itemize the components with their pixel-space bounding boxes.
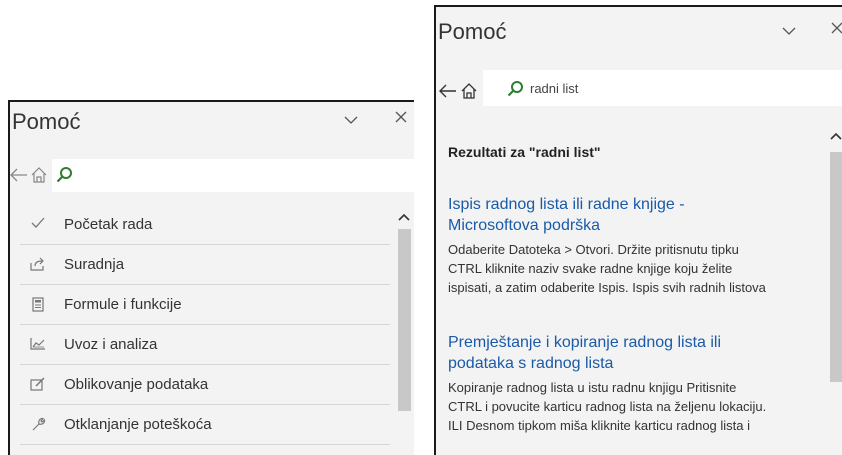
checkmark-icon <box>30 217 46 233</box>
topic-label: Uvoz i analiza <box>64 336 158 353</box>
snippet-line: CTRL i povucite karticu radnog lista na … <box>448 399 767 414</box>
pane-title: Pomoć <box>12 109 81 134</box>
chart-icon <box>30 337 46 353</box>
topic-label: Otklanjanje poteškoća <box>64 416 212 433</box>
result-link[interactable]: Ispis radnog lista ili radne knjige - Mi… <box>448 194 828 236</box>
search-value: radni list <box>530 81 579 96</box>
topic-label: Početak rada <box>64 216 153 233</box>
topic-oblikovanje[interactable]: Oblikovanje podataka <box>20 365 390 405</box>
scroll-up-icon[interactable] <box>830 128 842 143</box>
topic-uvoz[interactable]: Uvoz i analiza <box>20 325 390 365</box>
back-arrow-icon[interactable] <box>10 168 28 187</box>
snippet-line: ispisati, a zatim odaberite Ispis. Ispis… <box>448 280 766 295</box>
result-title-line[interactable]: Microsoftova podrška <box>448 215 828 236</box>
help-pane-right: Pomoć radni list Rezultati za "radni lis… <box>434 5 842 455</box>
search-result: Premještanje i kopiranje radnog lista il… <box>448 332 828 435</box>
topic-otklanjanje[interactable]: Otklanjanje poteškoća <box>20 405 390 445</box>
scroll-up-icon[interactable] <box>398 209 410 224</box>
result-snippet: Odaberite Datoteka > Otvori. Držite prit… <box>448 240 828 297</box>
wrench-icon <box>30 417 46 433</box>
topic-label: Formule i funkcije <box>64 296 182 313</box>
topic-pocetak-rada[interactable]: Početak rada <box>20 205 390 245</box>
topic-label: Suradnja <box>64 256 125 273</box>
scroll-thumb[interactable] <box>398 229 411 411</box>
result-title-line[interactable]: Ispis radnog lista ili radne knjige - <box>448 194 828 215</box>
snippet-line: Kopiranje radnog lista u istu radnu knji… <box>448 380 737 395</box>
close-icon[interactable] <box>831 20 842 37</box>
home-icon[interactable] <box>30 166 48 189</box>
search-input[interactable] <box>52 159 414 192</box>
format-icon <box>30 377 46 393</box>
scrollbar[interactable] <box>828 122 842 455</box>
snippet-line: ILI Desnom tipkom miša kliknite karticu … <box>448 418 751 433</box>
search-icon <box>507 80 524 102</box>
close-icon[interactable] <box>395 109 407 126</box>
share-icon <box>30 257 46 273</box>
result-title-line[interactable]: podataka s radnog lista <box>448 353 828 374</box>
search-input[interactable]: radni list <box>483 70 842 106</box>
results-heading: Rezultati za "radni list" <box>448 144 601 160</box>
scrollbar[interactable] <box>395 205 414 455</box>
snippet-line: CTRL kliknite naziv svake radne knjige k… <box>448 261 733 276</box>
search-result: Ispis radnog lista ili radne knjige - Mi… <box>448 194 828 297</box>
result-snippet: Kopiranje radnog lista u istu radnu knji… <box>448 378 828 435</box>
chevron-down-icon[interactable] <box>344 111 358 128</box>
snippet-line: Odaberite Datoteka > Otvori. Držite prit… <box>448 242 739 257</box>
chevron-down-icon[interactable] <box>782 22 796 39</box>
scroll-thumb[interactable] <box>830 152 842 382</box>
topic-formule[interactable]: Formule i funkcije <box>20 285 390 325</box>
back-arrow-icon[interactable] <box>439 84 457 103</box>
help-topics-list: Početak rada Suradnja Formule i funkcije… <box>10 205 390 445</box>
calculator-icon <box>30 297 46 313</box>
home-icon[interactable] <box>460 82 478 105</box>
result-link[interactable]: Premještanje i kopiranje radnog lista il… <box>448 332 828 374</box>
topic-label: Oblikovanje podataka <box>64 376 209 393</box>
search-icon <box>56 166 73 188</box>
help-pane-left: Pomoć Početak rada Suradnja Formule i fu… <box>8 100 414 455</box>
pane-title: Pomoć <box>438 19 507 44</box>
topic-suradnja[interactable]: Suradnja <box>20 245 390 285</box>
result-title-line[interactable]: Premještanje i kopiranje radnog lista il… <box>448 332 828 353</box>
